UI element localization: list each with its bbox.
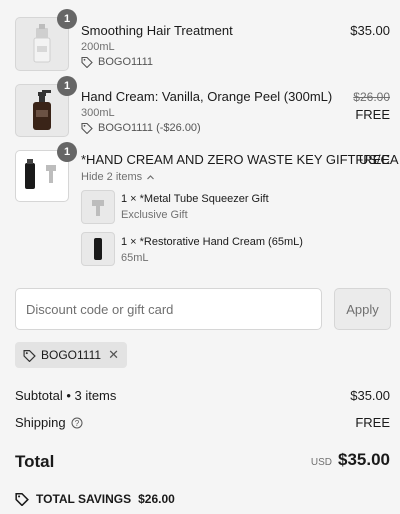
component-thumbnail [81, 232, 115, 266]
component-name: 1 × *Restorative Hand Cream (65mL) [121, 236, 303, 248]
subtotal-label: Subtotal • 3 items [15, 388, 117, 403]
product-variant: 300mL [81, 107, 115, 119]
product-name: Hand Cream: Vanilla, Orange Peel (300mL) [81, 89, 333, 104]
discount-code: BOGO1111 (-$26.00) [98, 122, 201, 134]
product-thumbnail: 1 [15, 142, 77, 202]
total-savings: TOTAL SAVINGS $26.00 [15, 492, 175, 506]
total-value: USD $35.00 [311, 450, 390, 470]
tag-icon [81, 56, 93, 68]
tag-icon [81, 122, 93, 134]
discount-tag: BOGO1111 [81, 56, 153, 68]
currency-code: USD [310, 457, 332, 468]
quantity-badge: 1 [57, 9, 77, 29]
savings-label: TOTAL SAVINGS [36, 492, 132, 506]
original-price: $26.00 [353, 90, 390, 104]
shipping-value: FREE [355, 415, 390, 430]
shipping-row: Shipping ? [15, 415, 83, 430]
svg-text:?: ? [74, 419, 79, 428]
discount-code: BOGO1111 [98, 56, 154, 68]
apply-button[interactable]: Apply [334, 288, 391, 330]
product-thumbnail: 1 [15, 76, 77, 137]
close-icon[interactable]: ✕ [108, 347, 119, 363]
product-name: *HAND CREAM AND ZERO WASTE KEY GIFT US/C… [81, 152, 399, 167]
product-price: FREE [355, 152, 390, 167]
tube-squeezer-image [92, 200, 104, 216]
product-variant: 200mL [81, 41, 115, 53]
discount-tag: BOGO1111 (-$26.00) [81, 122, 201, 134]
quantity-badge: 1 [57, 76, 77, 96]
hand-cream-tube-image [94, 238, 102, 260]
component-meta: Exclusive Gift [121, 209, 188, 221]
tag-icon [15, 492, 29, 506]
hide-items-toggle[interactable]: Hide 2 items [81, 171, 155, 183]
total-label: Total [15, 452, 55, 471]
savings-value: $26.00 [138, 492, 175, 506]
component-meta: 65mL [121, 252, 149, 264]
total-amount: $35.00 [338, 450, 390, 469]
product-price: FREE [355, 107, 390, 122]
info-icon[interactable]: ? [71, 417, 83, 429]
tag-icon [23, 349, 36, 362]
component-thumbnail [81, 190, 115, 224]
product-thumbnail: 1 [15, 9, 77, 71]
applied-discount-chip: BOGO1111 ✕ [15, 342, 127, 368]
product-name: Smoothing Hair Treatment [81, 23, 233, 38]
product-price: $35.00 [350, 23, 390, 38]
subtotal-value: $35.00 [350, 388, 390, 403]
applied-code: BOGO1111 [41, 348, 102, 362]
shipping-label: Shipping [15, 415, 66, 430]
chevron-up-icon [147, 174, 155, 179]
quantity-badge: 1 [57, 142, 77, 162]
toggle-label: Hide 2 items [81, 171, 143, 183]
component-name: 1 × *Metal Tube Squeezer Gift [121, 193, 269, 205]
discount-code-input[interactable] [15, 288, 322, 330]
